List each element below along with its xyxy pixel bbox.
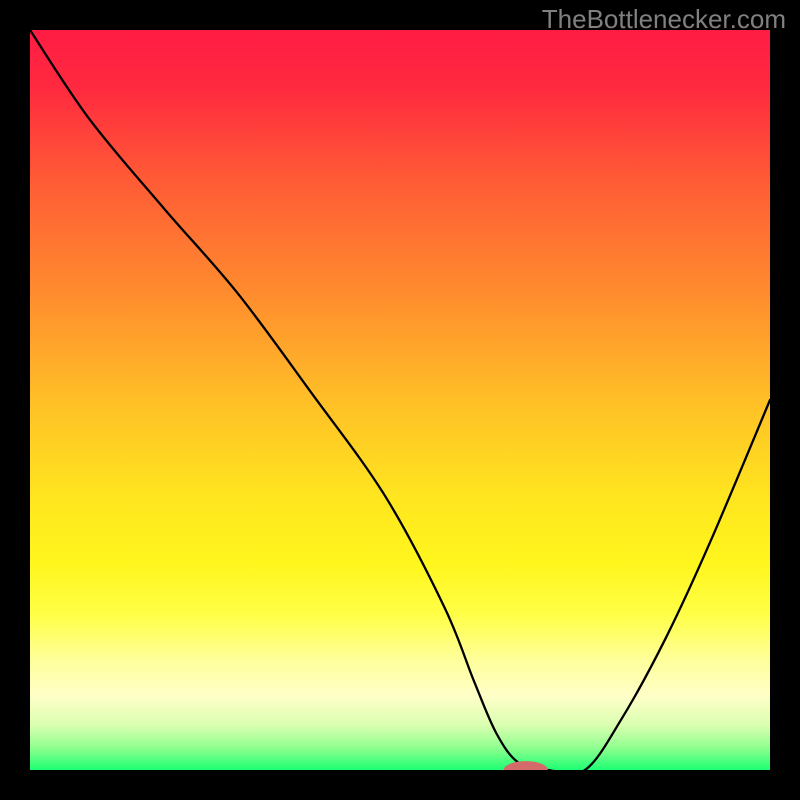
chart-container: TheBottlenecker.com — [0, 0, 800, 800]
watermark-label: TheBottlenecker.com — [542, 4, 786, 35]
gradient-background — [30, 30, 770, 770]
plot-area — [30, 30, 770, 770]
chart-svg — [30, 30, 770, 770]
